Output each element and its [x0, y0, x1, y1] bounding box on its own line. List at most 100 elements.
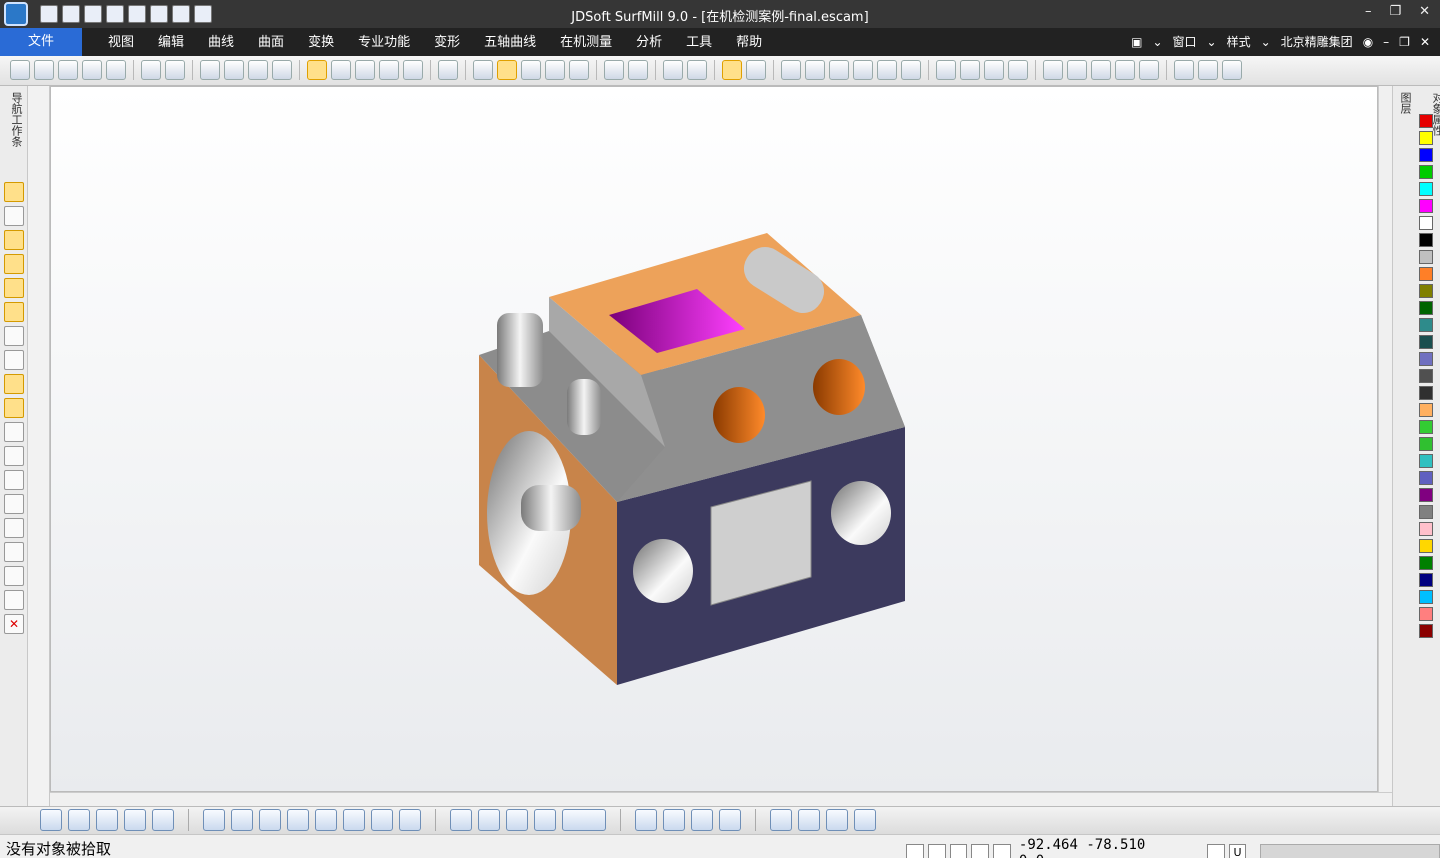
chevron-down-icon[interactable]: ⌄	[1152, 28, 1162, 56]
cancel-icon[interactable]: ✕	[4, 614, 24, 634]
color-swatch[interactable]	[1419, 131, 1433, 145]
color-swatch[interactable]	[1419, 454, 1433, 468]
layers-tab[interactable]: 图层	[1397, 92, 1413, 136]
sync-icon[interactable]	[906, 844, 924, 858]
zoom-center-icon[interactable]	[960, 60, 980, 80]
color-swatch[interactable]	[1419, 148, 1433, 162]
forward-icon[interactable]	[1222, 60, 1242, 80]
select-curve-icon[interactable]	[124, 809, 146, 831]
new-icon[interactable]	[10, 60, 30, 80]
show-icon[interactable]	[1115, 60, 1135, 80]
select-box-icon[interactable]	[68, 809, 90, 831]
color-swatch[interactable]	[1419, 471, 1433, 485]
axis-view-icon[interactable]	[403, 60, 423, 80]
sphere-icon[interactable]	[628, 60, 648, 80]
color-swatch[interactable]	[1419, 607, 1433, 621]
pick-3-icon[interactable]	[691, 809, 713, 831]
shape-2-icon[interactable]	[478, 809, 500, 831]
menu-analysis[interactable]: 分析	[624, 28, 674, 58]
menu-deform[interactable]: 变形	[422, 28, 472, 58]
grid-tool-icon[interactable]	[4, 374, 24, 394]
select-chain-icon[interactable]	[96, 809, 118, 831]
color-swatch[interactable]	[1419, 165, 1433, 179]
frame-1-icon[interactable]	[770, 809, 792, 831]
color-swatch[interactable]	[1419, 250, 1433, 264]
undo-pick-icon[interactable]	[826, 809, 848, 831]
menu-special[interactable]: 专业功能	[346, 28, 422, 58]
style-menu[interactable]: 样式	[1227, 28, 1251, 56]
menu-help[interactable]: 帮助	[724, 28, 774, 58]
zoom-out-icon[interactable]	[805, 60, 825, 80]
fullscreen-icon[interactable]: ▣	[1131, 28, 1142, 56]
color-swatch[interactable]	[1419, 233, 1433, 247]
zoom-window-icon[interactable]	[829, 60, 849, 80]
list-icon[interactable]	[4, 590, 24, 610]
move-view-icon[interactable]	[984, 60, 1004, 80]
horizontal-scrollbar[interactable]	[50, 792, 1392, 806]
light-icon[interactable]	[1043, 60, 1063, 80]
shape-1-icon[interactable]	[450, 809, 472, 831]
nav-work-tab[interactable]: 导航工作条	[4, 92, 24, 147]
angle-tool-icon[interactable]	[4, 398, 24, 418]
color-swatch[interactable]	[1419, 182, 1433, 196]
color-swatch[interactable]	[1419, 386, 1433, 400]
hide-icon[interactable]	[1091, 60, 1111, 80]
color-swatch[interactable]	[1419, 352, 1433, 366]
color-swatch[interactable]	[1419, 216, 1433, 230]
filter-meshes-icon[interactable]	[315, 809, 337, 831]
color-swatch[interactable]	[1419, 420, 1433, 434]
snap-icon[interactable]	[722, 60, 742, 80]
select-points-icon[interactable]	[152, 809, 174, 831]
color-swatch[interactable]	[1419, 590, 1433, 604]
zoom-all-icon[interactable]	[877, 60, 897, 80]
grid-icon[interactable]	[949, 844, 968, 858]
color-swatch[interactable]	[1419, 301, 1433, 315]
select-arrow-icon[interactable]	[40, 809, 62, 831]
intersect-tool-icon[interactable]	[4, 254, 24, 274]
coordinate-icon[interactable]	[438, 60, 458, 80]
surface-tool-1-icon[interactable]	[4, 422, 24, 442]
surface-tool-2-icon[interactable]	[4, 446, 24, 466]
shape-4-icon[interactable]	[534, 809, 556, 831]
filter-points-icon[interactable]	[203, 809, 225, 831]
open-icon[interactable]	[34, 60, 54, 80]
print-icon[interactable]	[82, 60, 102, 80]
restore-icon[interactable]: ❐	[1389, 4, 1401, 19]
zoom-in-icon[interactable]	[781, 60, 801, 80]
window-menu[interactable]: 窗口	[1173, 28, 1197, 56]
menu-curve[interactable]: 曲线	[196, 28, 246, 58]
menu-tools[interactable]: 工具	[674, 28, 724, 58]
color-swatch[interactable]	[1419, 318, 1433, 332]
box-icon[interactable]	[604, 60, 624, 80]
vertical-scrollbar[interactable]	[1378, 86, 1392, 792]
filter-group-3-icon[interactable]	[399, 809, 421, 831]
pick-add-icon[interactable]	[4, 494, 24, 514]
color-swatch[interactable]	[1419, 539, 1433, 553]
frame-2-icon[interactable]	[798, 809, 820, 831]
clear-pick-icon[interactable]	[854, 809, 876, 831]
pick-2-icon[interactable]	[663, 809, 685, 831]
filter-solids-icon[interactable]	[287, 809, 309, 831]
paste-icon[interactable]	[272, 60, 292, 80]
trim-tool-icon[interactable]	[4, 206, 24, 226]
tangent-tool-icon[interactable]	[4, 350, 24, 370]
render-mode-icon[interactable]	[569, 60, 589, 80]
menu-file[interactable]: 文件	[0, 28, 82, 56]
color-swatch[interactable]	[1419, 437, 1433, 451]
close-icon[interactable]: ✕	[1419, 4, 1430, 19]
zoom-dynamic-icon[interactable]	[901, 60, 921, 80]
color-swatch[interactable]	[1419, 284, 1433, 298]
filter-surfaces-icon[interactable]	[259, 809, 281, 831]
color-swatch[interactable]	[1419, 335, 1433, 349]
menu-edit[interactable]: 编辑	[146, 28, 196, 58]
color-swatch[interactable]	[1419, 199, 1433, 213]
midpoint-tool-icon[interactable]	[4, 230, 24, 250]
delete-icon[interactable]	[200, 60, 220, 80]
side-view-icon[interactable]	[379, 60, 399, 80]
restore-icon[interactable]: ❐	[1399, 28, 1410, 56]
play-icon[interactable]	[1206, 844, 1225, 858]
color-swatch[interactable]	[1419, 369, 1433, 383]
undo-icon[interactable]	[141, 60, 161, 80]
minimize-icon[interactable]: –	[1365, 4, 1372, 19]
snap-toggle-icon[interactable]	[971, 844, 990, 858]
